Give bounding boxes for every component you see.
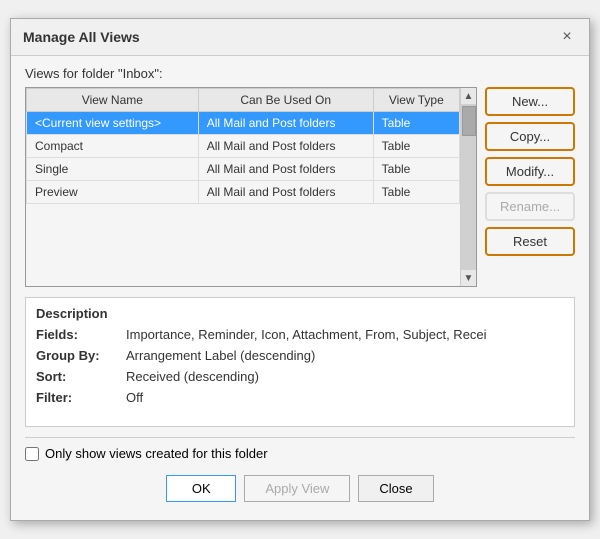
ok-button[interactable]: OK: [166, 475, 236, 502]
row-view-name: <Current view settings>: [27, 112, 199, 135]
table-row[interactable]: SingleAll Mail and Post foldersTable: [27, 158, 460, 181]
col-view-name: View Name: [27, 89, 199, 112]
table-row[interactable]: CompactAll Mail and Post foldersTable: [27, 135, 460, 158]
description-title: Description: [36, 306, 564, 321]
scroll-track: [461, 104, 476, 270]
desc-value: Off: [126, 390, 564, 405]
row-view-type: Table: [373, 112, 459, 135]
table-scroll-inner: View Name Can Be Used On View Type <Curr…: [26, 88, 460, 286]
scroll-down-button[interactable]: ▼: [461, 270, 477, 286]
row-view-type: Table: [373, 181, 459, 204]
col-view-type: View Type: [373, 89, 459, 112]
table-row[interactable]: PreviewAll Mail and Post foldersTable: [27, 181, 460, 204]
folder-label: Views for folder "Inbox":: [25, 66, 575, 81]
row-used-on: All Mail and Post folders: [198, 135, 373, 158]
row-view-name: Preview: [27, 181, 199, 204]
close-button[interactable]: Close: [358, 475, 433, 502]
dialog-body: Views for folder "Inbox": View Name Can …: [11, 56, 589, 520]
row-view-name: Single: [27, 158, 199, 181]
desc-value: Importance, Reminder, Icon, Attachment, …: [126, 327, 564, 342]
dialog-title: Manage All Views: [23, 29, 140, 45]
scroll-up-button[interactable]: ▲: [461, 88, 477, 104]
row-view-name: Compact: [27, 135, 199, 158]
title-bar: Manage All Views ×: [11, 19, 589, 56]
row-view-type: Table: [373, 158, 459, 181]
description-box: Description Fields:Importance, Reminder,…: [25, 297, 575, 427]
desc-key: Fields:: [36, 327, 126, 342]
checkbox-row: Only show views created for this folder: [25, 446, 575, 461]
scrollbar: ▲ ▼: [460, 88, 476, 286]
close-icon[interactable]: ×: [557, 27, 577, 47]
scroll-thumb: [462, 106, 476, 136]
desc-key: Filter:: [36, 390, 126, 405]
desc-value: Received (descending): [126, 369, 564, 384]
only-show-checkbox[interactable]: [25, 447, 39, 461]
copy-button[interactable]: Copy...: [485, 122, 575, 151]
views-table-container: View Name Can Be Used On View Type <Curr…: [25, 87, 477, 287]
manage-all-views-dialog: Manage All Views × Views for folder "Inb…: [10, 18, 590, 521]
desc-key: Sort:: [36, 369, 126, 384]
col-can-be-used: Can Be Used On: [198, 89, 373, 112]
desc-row: Filter:Off: [36, 390, 564, 405]
modify-button[interactable]: Modify...: [485, 157, 575, 186]
views-section: View Name Can Be Used On View Type <Curr…: [25, 87, 575, 287]
divider: [25, 437, 575, 438]
checkbox-label: Only show views created for this folder: [45, 446, 268, 461]
side-buttons: New... Copy... Modify... Rename... Reset: [485, 87, 575, 287]
new-button[interactable]: New...: [485, 87, 575, 116]
desc-row: Group By:Arrangement Label (descending): [36, 348, 564, 363]
table-row[interactable]: <Current view settings>All Mail and Post…: [27, 112, 460, 135]
row-view-type: Table: [373, 135, 459, 158]
bottom-buttons: OK Apply View Close: [25, 471, 575, 510]
desc-key: Group By:: [36, 348, 126, 363]
reset-button[interactable]: Reset: [485, 227, 575, 256]
row-used-on: All Mail and Post folders: [198, 158, 373, 181]
row-used-on: All Mail and Post folders: [198, 181, 373, 204]
desc-value: Arrangement Label (descending): [126, 348, 564, 363]
desc-row: Sort:Received (descending): [36, 369, 564, 384]
views-table: View Name Can Be Used On View Type <Curr…: [26, 88, 460, 204]
rename-button: Rename...: [485, 192, 575, 221]
row-used-on: All Mail and Post folders: [198, 112, 373, 135]
apply-view-button: Apply View: [244, 475, 350, 502]
desc-row: Fields:Importance, Reminder, Icon, Attac…: [36, 327, 564, 342]
